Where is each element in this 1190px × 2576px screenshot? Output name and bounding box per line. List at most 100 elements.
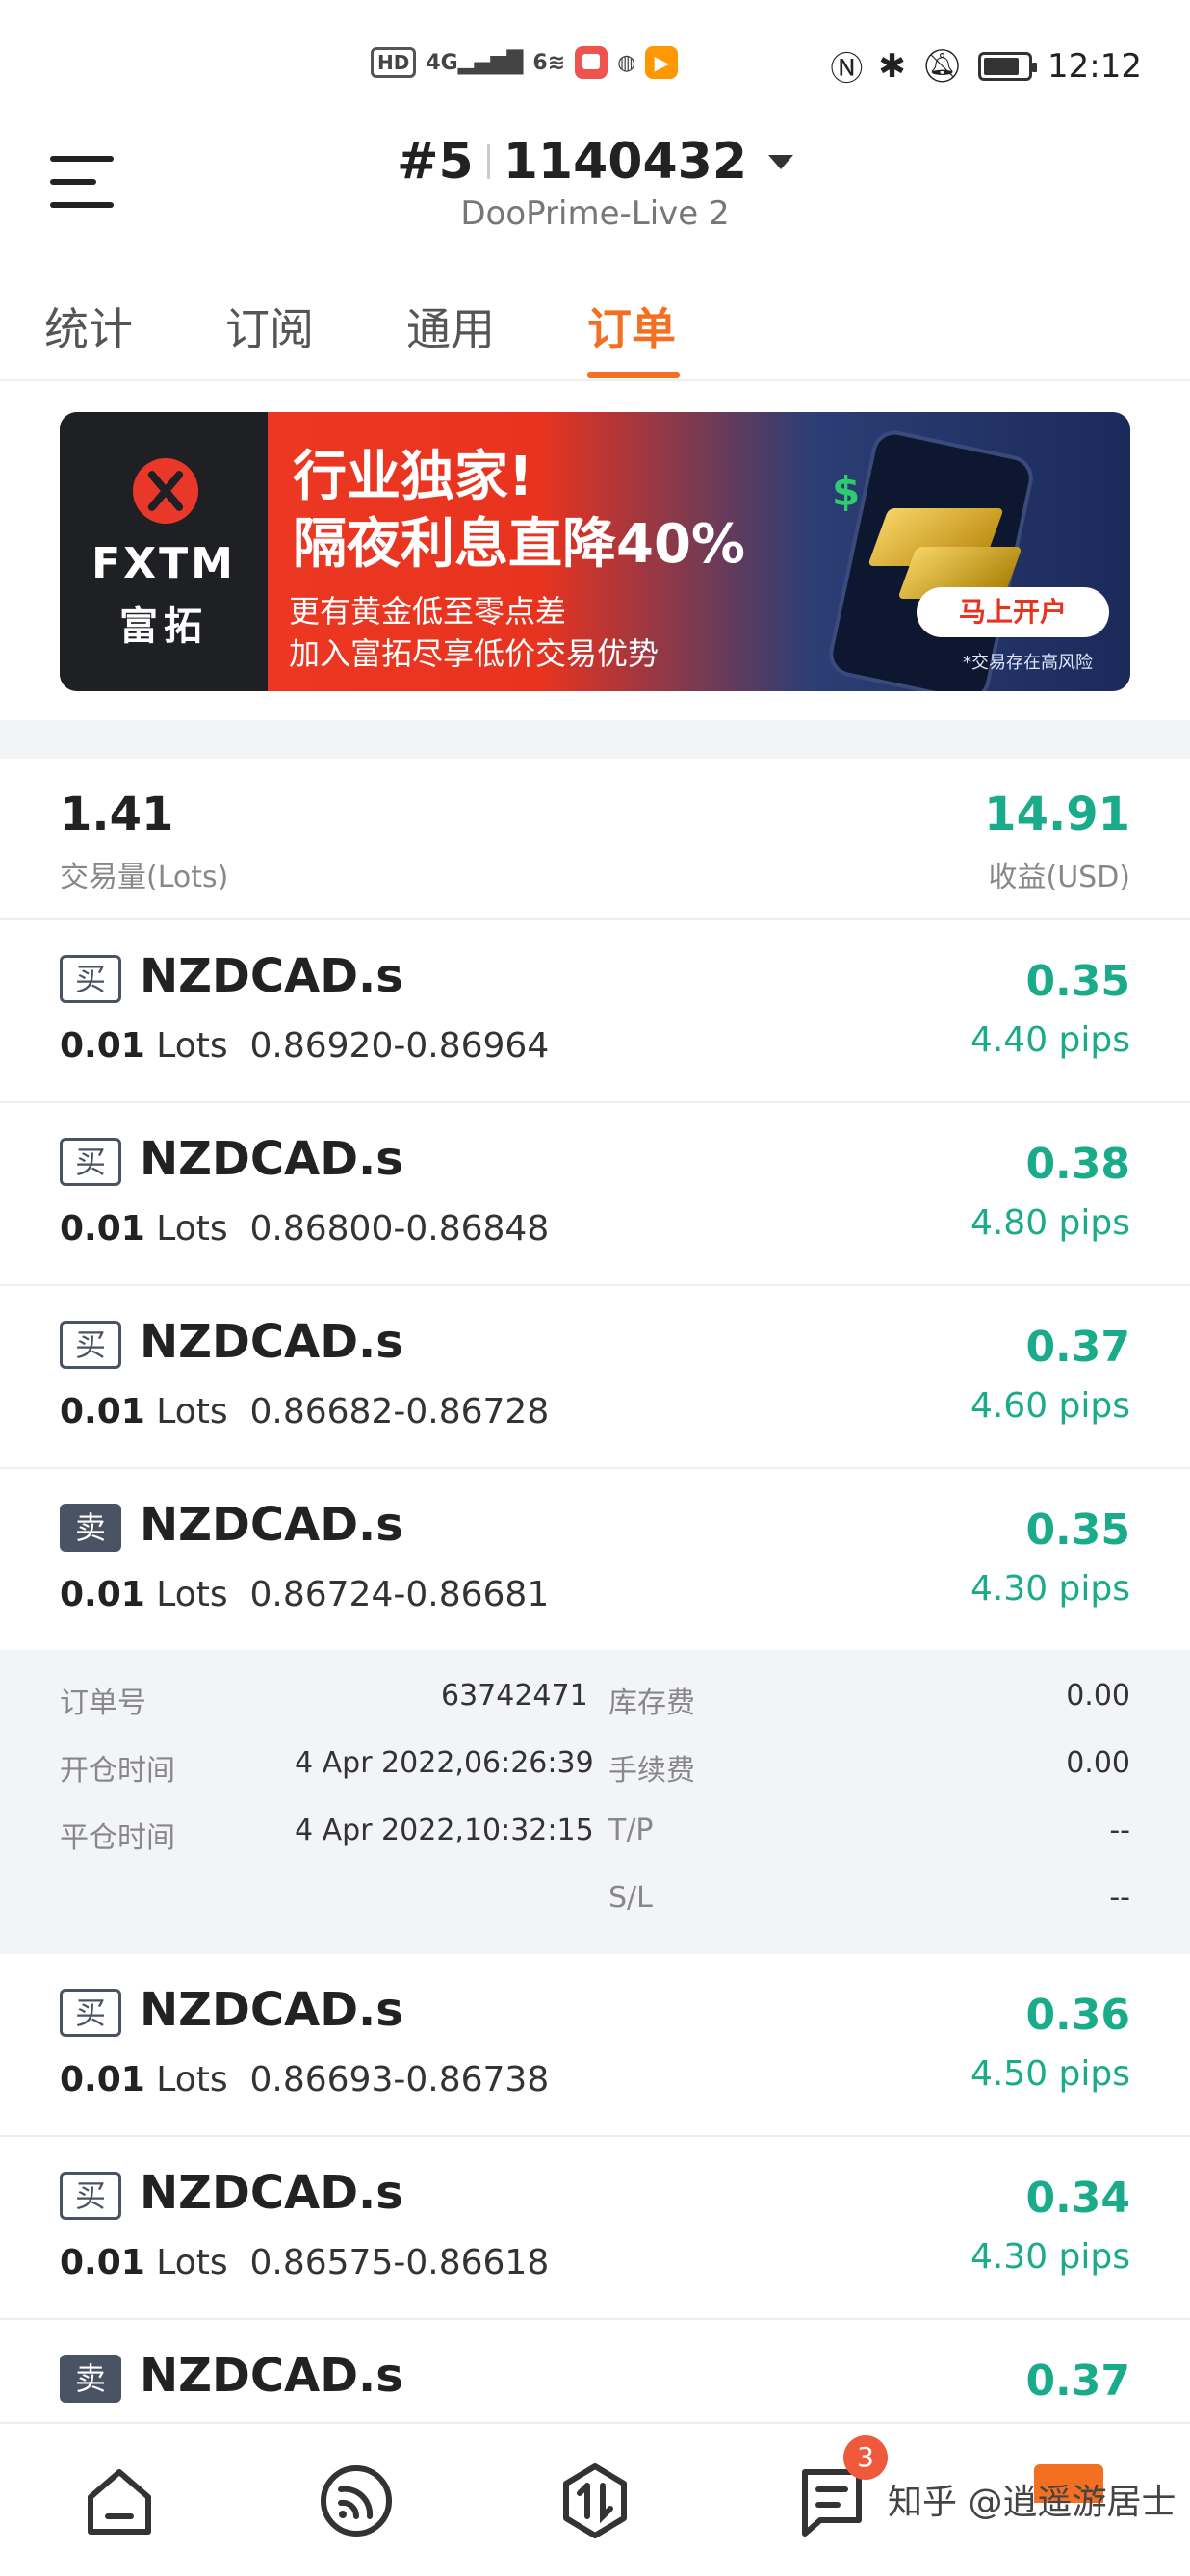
dollar-icon: $: [832, 468, 861, 515]
order-pips: 4.80 pips: [970, 1203, 1130, 1243]
total-lots: 1.41: [60, 787, 174, 841]
globe-icon: ◍: [617, 50, 636, 75]
brand-name: FXTM: [91, 539, 236, 588]
lots-value: 0.01: [60, 2060, 145, 2099]
order-row-expanded[interactable]: 卖 NZDCAD.s 0.01 Lots 0.86724-0.86681 0.3…: [0, 1469, 1190, 1652]
buy-badge: 买: [60, 1138, 121, 1186]
fxtm-logo-icon: [133, 458, 198, 524]
order-symbol: NZDCAD.s: [140, 949, 403, 1003]
tp-value: --: [1109, 1814, 1130, 1847]
open-account-button[interactable]: 马上开户: [917, 587, 1109, 637]
signal-4g-icon: 4G▂▄▆█: [426, 50, 524, 75]
tp-label: T/P: [608, 1814, 654, 1847]
status-bar: HD 4G▂▄▆█ 6≋ ◍ ▶ Ⓝ ✱ 🔕︎ 12:12: [0, 0, 1190, 135]
banner-subtext-1: 更有黄金低至零点差: [289, 593, 567, 630]
trade-icon[interactable]: [555, 2460, 635, 2541]
order-row[interactable]: 买 NZDCAD.s 0.01 Lots 0.86800-0.86848 0.3…: [0, 1103, 1190, 1286]
lots-unit: Lots: [156, 1026, 228, 1066]
sell-badge: 卖: [60, 1504, 121, 1552]
video-app-icon: ▶: [645, 46, 679, 79]
order-lots: 0.01 Lots 0.86682-0.86728: [60, 1392, 549, 1431]
order-symbol: NZDCAD.s: [140, 1983, 403, 2037]
order-row[interactable]: 买 NZDCAD.s 0.01 Lots 0.86693-0.86738 0.3…: [0, 1954, 1190, 2137]
price-range: 0.86724-0.86681: [249, 1575, 550, 1614]
account-selector[interactable]: #5 1140432: [397, 133, 794, 191]
lots-value: 0.01: [60, 1392, 145, 1431]
banner-headline-2: 隔夜利息直降40%: [293, 513, 746, 576]
sell-badge: 卖: [60, 2355, 121, 2403]
sl-value: --: [1109, 1881, 1130, 1915]
order-profit: 0.37: [1025, 2357, 1130, 2406]
order-lots: 0.01 Lots 0.86920-0.86964: [60, 1026, 549, 1066]
buy-badge: 买: [60, 1989, 121, 2037]
total-profit-label: 收益(USD): [988, 861, 1130, 894]
signal-4g-label: 4G: [426, 50, 458, 75]
banner-headline-1: 行业独家!: [293, 446, 533, 508]
status-left-icons: HD 4G▂▄▆█ 6≋ ◍ ▶: [371, 46, 679, 79]
ad-banner[interactable]: FXTM 富拓 行业独家! 隔夜利息直降40% 更有黄金低至零点差 加入富拓尽享…: [60, 412, 1130, 691]
order-symbol: NZDCAD.s: [140, 2349, 403, 2403]
lots-value: 0.01: [60, 2243, 145, 2282]
order-row[interactable]: 卖 NZDCAD.s 0.37: [0, 2320, 1190, 2422]
app-notification-icon: [575, 46, 608, 79]
order-pips: 4.60 pips: [970, 1386, 1130, 1426]
order-profit: 0.37: [1025, 1323, 1130, 1372]
order-profit: 0.35: [1025, 957, 1130, 1006]
order-pips: 4.30 pips: [970, 1569, 1130, 1609]
price-range: 0.86575-0.86618: [249, 2243, 550, 2282]
lots-unit: Lots: [156, 1575, 228, 1614]
order-lots: 0.01 Lots 0.86693-0.86738: [60, 2060, 549, 2099]
notification-badge: 3: [843, 2435, 888, 2480]
order-pips: 4.40 pips: [970, 1020, 1130, 1060]
total-profit: 14.91: [984, 787, 1130, 841]
signal-icon[interactable]: [316, 2460, 397, 2541]
order-lots: 0.01 Lots 0.86575-0.86618: [60, 2243, 549, 2282]
swap-value: 0.00: [1066, 1679, 1130, 1713]
order-row[interactable]: 买 NZDCAD.s 0.01 Lots 0.86575-0.86618 0.3…: [0, 2137, 1190, 2320]
tab-general[interactable]: 通用: [406, 295, 495, 358]
order-pips: 4.30 pips: [970, 2237, 1130, 2277]
divider: [486, 144, 490, 179]
order-symbol: NZDCAD.s: [140, 1498, 403, 1552]
close-time-label: 平仓时间: [60, 1821, 175, 1855]
chevron-down-icon: [768, 154, 794, 169]
order-symbol: NZDCAD.s: [140, 2166, 403, 2220]
wifi-icon: 6≋: [532, 50, 566, 75]
commission-value: 0.00: [1066, 1746, 1130, 1780]
buy-badge: 买: [60, 955, 121, 1003]
tab-subscribe[interactable]: 订阅: [225, 295, 314, 358]
risk-note: *交易存在高风险: [963, 653, 1093, 673]
price-range: 0.86920-0.86964: [249, 1026, 550, 1066]
lots-unit: Lots: [156, 1209, 228, 1249]
lots-unit: Lots: [156, 1392, 228, 1431]
lots-unit: Lots: [156, 2060, 228, 2099]
order-row[interactable]: 买 NZDCAD.s 0.01 Lots 0.86920-0.86964 0.3…: [0, 920, 1190, 1103]
price-range: 0.86800-0.86848: [249, 1209, 550, 1249]
account-number: 1140432: [503, 133, 748, 191]
order-symbol: NZDCAD.s: [140, 1132, 403, 1186]
watermark: 知乎 @逍遥游居士: [888, 2483, 1177, 2522]
tab-stats[interactable]: 统计: [44, 295, 133, 358]
brand-panel: FXTM 富拓: [60, 412, 268, 691]
buy-badge: 买: [60, 2172, 121, 2220]
order-profit: 0.36: [1025, 1991, 1130, 2040]
clock: 12:12: [1048, 46, 1142, 86]
lots-unit: Lots: [156, 2243, 228, 2282]
order-profit: 0.34: [1025, 2174, 1130, 2223]
order-pips: 4.50 pips: [970, 2054, 1130, 2094]
nfc-icon: Ⓝ: [830, 50, 864, 89]
open-time-value: 4 Apr 2022,06:26:39: [295, 1746, 594, 1780]
home-icon[interactable]: [79, 2460, 160, 2541]
tab-orders[interactable]: 订单: [587, 295, 676, 358]
orders-summary: 1.41 交易量(Lots) 14.91 收益(USD): [0, 759, 1190, 920]
lots-value: 0.01: [60, 1575, 145, 1614]
buy-badge: 买: [60, 1321, 121, 1369]
order-row[interactable]: 买 NZDCAD.s 0.01 Lots 0.86682-0.86728 0.3…: [0, 1286, 1190, 1469]
order-lots: 0.01 Lots 0.86724-0.86681: [60, 1575, 549, 1614]
account-header: #5 1140432 DooPrime-Live 2: [0, 133, 1190, 233]
section-separator: [0, 720, 1190, 759]
order-profit: 0.38: [1025, 1140, 1130, 1189]
mute-bell-icon: 🔕︎: [920, 46, 964, 86]
open-time-label: 开仓时间: [60, 1754, 175, 1788]
order-no-value: 63742471: [441, 1679, 588, 1713]
